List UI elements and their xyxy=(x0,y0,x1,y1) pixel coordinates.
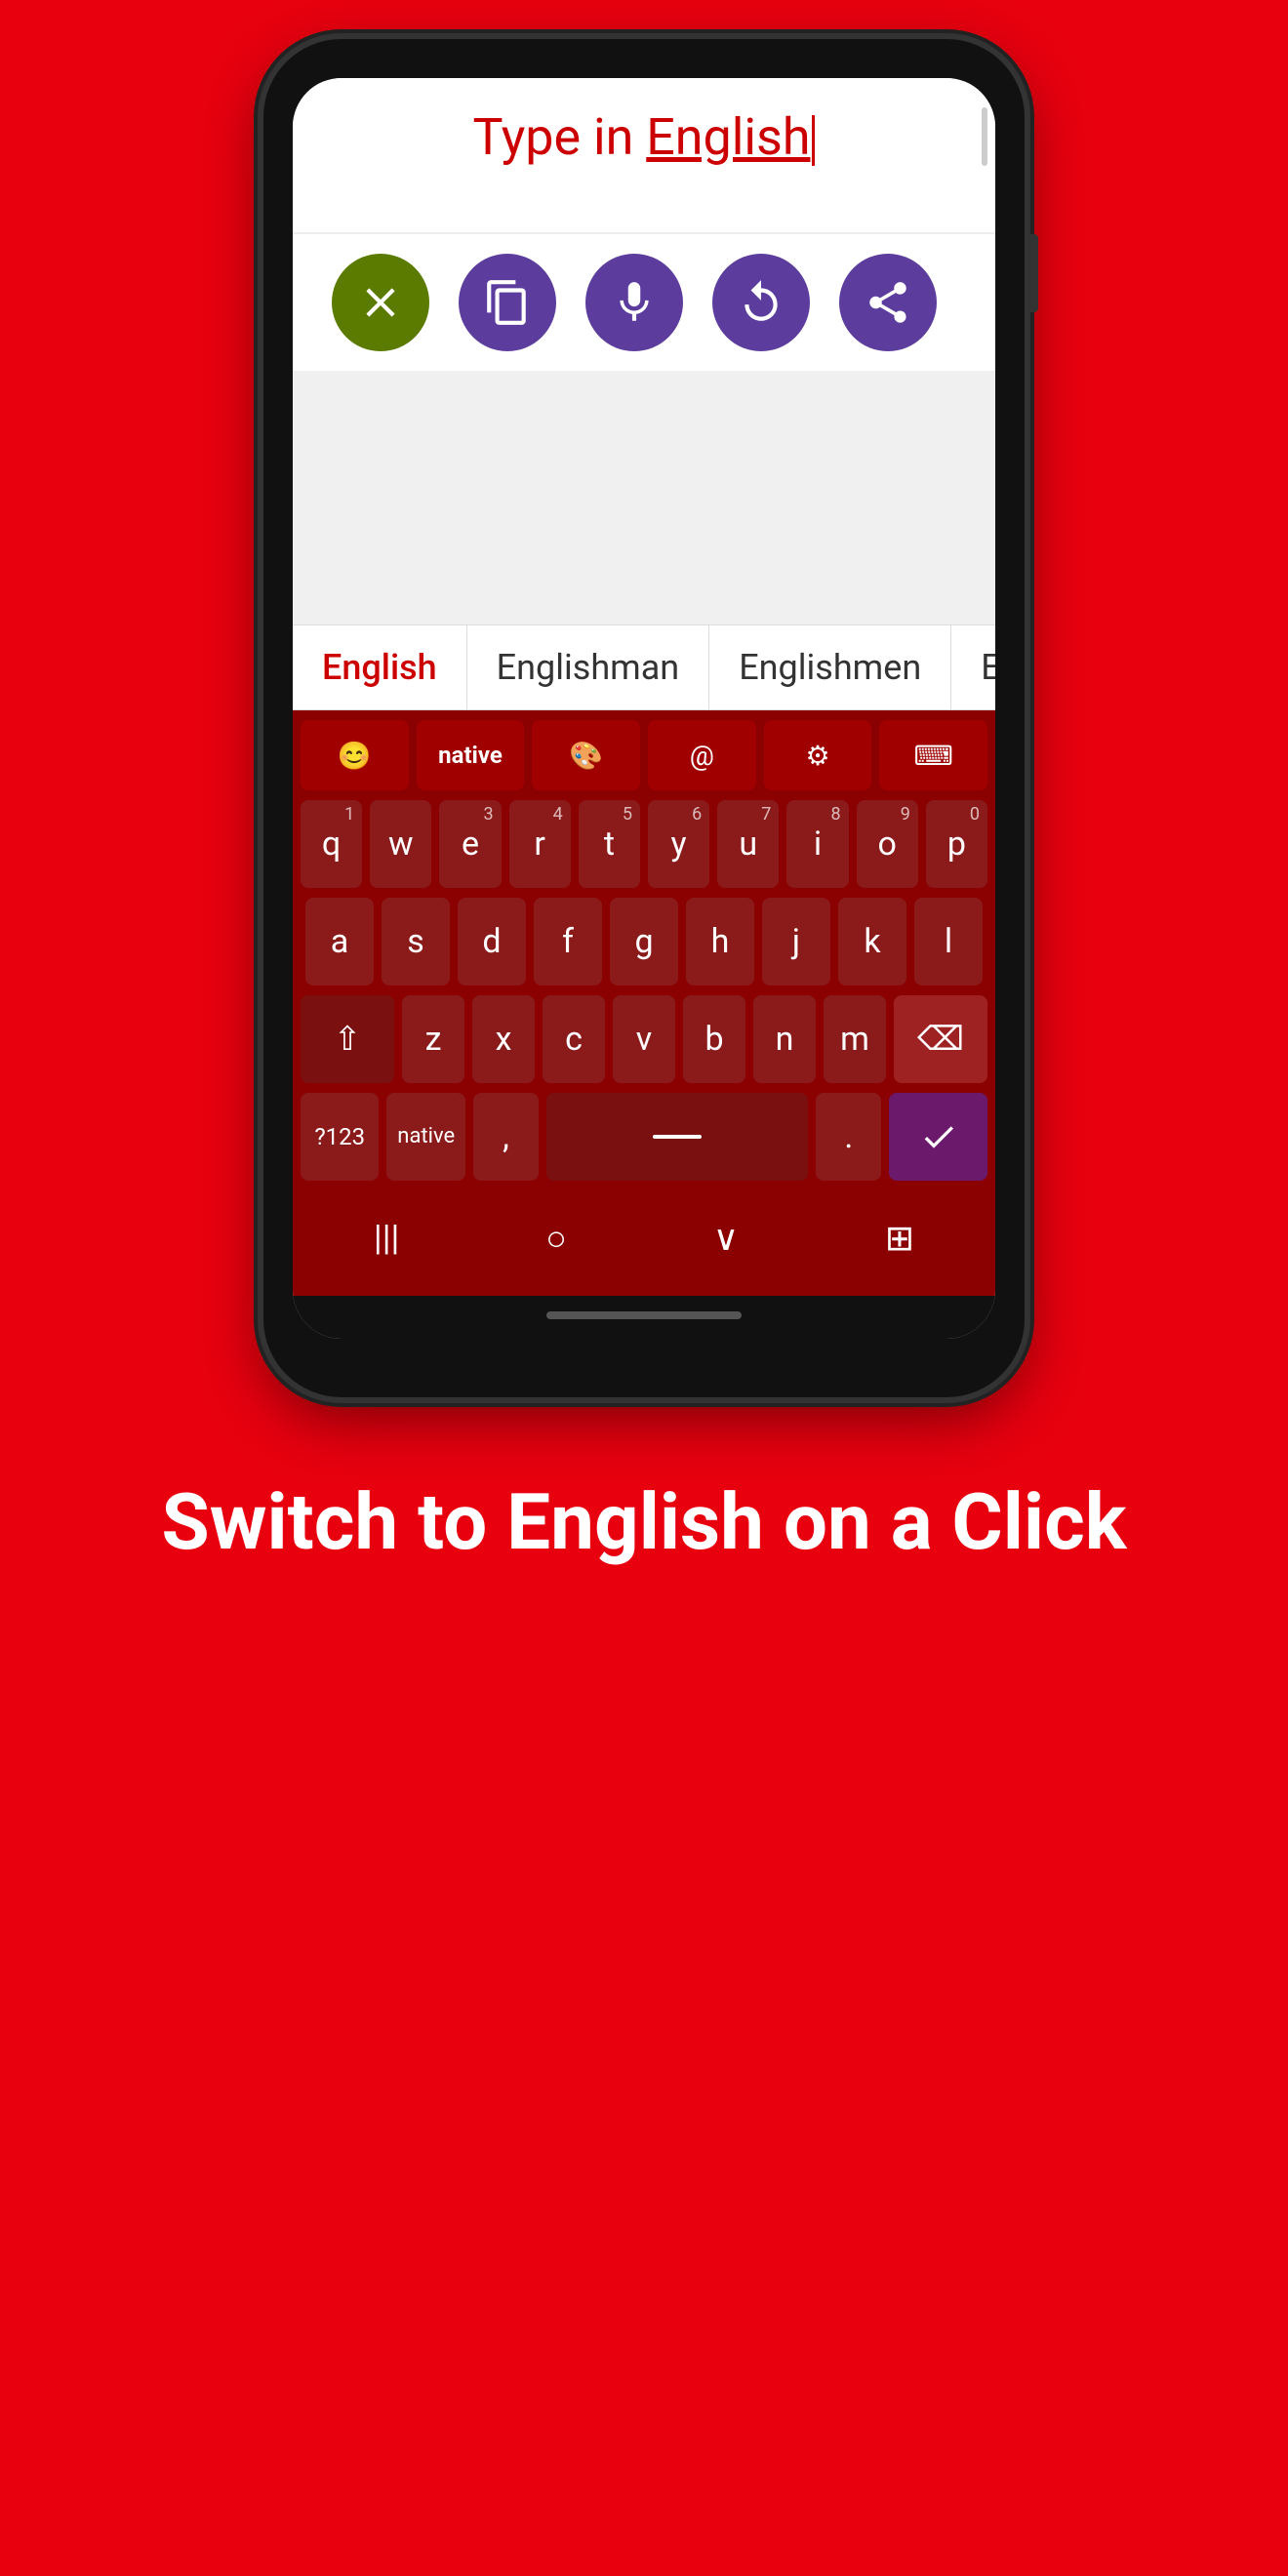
key-n[interactable]: n xyxy=(753,995,816,1083)
phone-screen: Type in English xyxy=(293,78,995,1339)
key-v[interactable]: v xyxy=(613,995,675,1083)
key-d[interactable]: d xyxy=(458,898,526,986)
recent-nav-button[interactable]: ∨ xyxy=(694,1208,758,1268)
share-button[interactable] xyxy=(839,254,937,351)
settings-button[interactable]: ⚙ xyxy=(764,720,872,790)
key-row-3: ⇧ z x c v b n m ⌫ xyxy=(301,995,987,1083)
mic-button[interactable] xyxy=(585,254,683,351)
share-icon xyxy=(864,278,912,327)
key-row-bottom: ?123 native , . xyxy=(301,1093,987,1181)
key-x[interactable]: x xyxy=(472,995,535,1083)
undo-button[interactable] xyxy=(712,254,810,351)
palette-button[interactable]: 🎨 xyxy=(532,720,640,790)
suggestion-english[interactable]: English xyxy=(293,625,467,709)
key-p[interactable]: 0p xyxy=(926,800,987,888)
empty-space xyxy=(293,371,995,624)
key-j[interactable]: j xyxy=(762,898,830,986)
key-z[interactable]: z xyxy=(402,995,464,1083)
nav-bar: ||| ○ ∨ ⊞ xyxy=(301,1190,987,1286)
home-pill xyxy=(546,1311,742,1319)
key-l[interactable]: l xyxy=(914,898,983,986)
key-row-2: a s d f g h j k l xyxy=(301,898,987,986)
phone-wrapper: Type in English xyxy=(263,39,1025,1397)
key-i[interactable]: 8i xyxy=(786,800,848,888)
shift-key[interactable]: ⇧ xyxy=(301,995,394,1083)
suggestions-bar: English Englishman Englishmen Eng xyxy=(293,624,995,710)
text-prefix: Type in xyxy=(473,107,647,167)
key-f[interactable]: f xyxy=(534,898,602,986)
suggestion-englishman[interactable]: Englishman xyxy=(467,625,710,709)
suggestion-eng[interactable]: Eng xyxy=(951,625,995,709)
key-u[interactable]: 7u xyxy=(717,800,779,888)
key-k[interactable]: k xyxy=(838,898,906,986)
space-icon xyxy=(653,1127,702,1147)
scrollbar[interactable] xyxy=(982,107,987,166)
key-s[interactable]: s xyxy=(382,898,450,986)
undo-icon xyxy=(737,278,785,327)
key-o[interactable]: 9o xyxy=(857,800,918,888)
backspace-key[interactable]: ⌫ xyxy=(894,995,987,1083)
done-key[interactable] xyxy=(889,1093,987,1181)
comma-key[interactable]: , xyxy=(473,1093,539,1181)
key-b[interactable]: b xyxy=(683,995,745,1083)
copy-button[interactable] xyxy=(459,254,556,351)
key-e[interactable]: 3e xyxy=(439,800,501,888)
key-r[interactable]: 4r xyxy=(509,800,571,888)
cursor xyxy=(812,115,815,166)
key-m[interactable]: m xyxy=(824,995,886,1083)
key-q[interactable]: 1q xyxy=(301,800,362,888)
num-switch-key[interactable]: ?123 xyxy=(301,1093,379,1181)
keyboard-hide-button[interactable]: ⌨ xyxy=(879,720,987,790)
action-buttons-row xyxy=(293,234,995,371)
delete-button[interactable] xyxy=(332,254,429,351)
home-nav-button[interactable]: ○ xyxy=(526,1208,586,1268)
key-row-1: 1q w 3e 4r 5t 6y 7u 8i 9o 0p xyxy=(301,800,987,888)
key-c[interactable]: c xyxy=(543,995,605,1083)
bottom-text: Switch to English on a Click xyxy=(83,1475,1204,1569)
done-checkmark-icon xyxy=(919,1117,958,1156)
key-y[interactable]: 6y xyxy=(648,800,709,888)
period-key[interactable]: . xyxy=(816,1093,881,1181)
mic-icon xyxy=(610,278,659,327)
delete-icon xyxy=(356,278,405,327)
key-w[interactable]: w xyxy=(370,800,431,888)
key-g[interactable]: g xyxy=(610,898,678,986)
emoji-button[interactable]: 😊 xyxy=(301,720,409,790)
typed-text: Type in English xyxy=(332,107,956,167)
key-t[interactable]: 5t xyxy=(579,800,640,888)
marketing-headline: Switch to English on a Click xyxy=(161,1475,1126,1569)
key-h[interactable]: h xyxy=(686,898,754,986)
copy-icon xyxy=(483,278,532,327)
text-input-area[interactable]: Type in English xyxy=(293,78,995,234)
keyboard-nav-button[interactable]: ⊞ xyxy=(865,1208,934,1268)
native-button[interactable]: native xyxy=(417,720,525,790)
at-button[interactable]: @ xyxy=(648,720,756,790)
home-indicator xyxy=(293,1296,995,1339)
keyboard: 😊 native 🎨 @ ⚙ ⌨ 1q w 3e 4r 5t 6y 7u 8i xyxy=(293,710,995,1296)
text-highlight: English xyxy=(646,107,810,167)
key-a[interactable]: a xyxy=(305,898,374,986)
back-nav-button[interactable]: ||| xyxy=(354,1208,419,1268)
space-key[interactable] xyxy=(546,1093,808,1181)
native-switch-key[interactable]: native xyxy=(386,1093,464,1181)
phone-frame: Type in English xyxy=(263,39,1025,1397)
keyboard-top-row: 😊 native 🎨 @ ⚙ ⌨ xyxy=(301,720,987,790)
suggestion-englishmen[interactable]: Englishmen xyxy=(709,625,951,709)
